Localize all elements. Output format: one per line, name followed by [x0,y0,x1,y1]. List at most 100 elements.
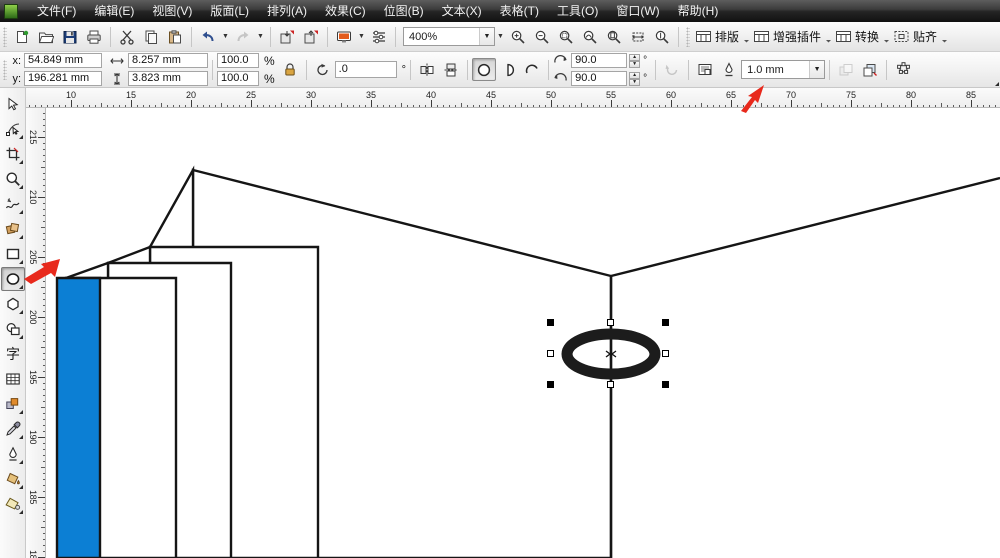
zoom-level-combo[interactable]: 400% ▼ [403,27,495,46]
tool-pick[interactable] [1,92,25,116]
tool-rectangle-flyout-icon[interactable] [19,260,23,264]
new-document-button[interactable] [10,25,34,48]
menu-view[interactable]: 视图(V) [143,2,201,21]
menu-text[interactable]: 文本(X) [433,2,491,21]
tool-text[interactable]: 字 [1,342,25,366]
tool-eyedropper[interactable] [1,417,25,441]
tool-zoom[interactable] [1,167,25,191]
menu-table[interactable]: 表格(T) [491,2,548,21]
menu-effects[interactable]: 效果(C) [316,2,375,21]
import-button[interactable] [275,25,299,48]
tool-ellipse-flyout-icon[interactable] [19,285,23,289]
redo-dropdown-button[interactable]: ▼ [255,25,266,48]
zoom-out-button[interactable] [530,25,554,48]
tool-polygon-flyout-icon[interactable] [19,310,23,314]
scale-vertical-input[interactable]: 100.0 [217,71,259,86]
toolbar-grip[interactable] [3,26,7,47]
tool-smart-fill-flyout-icon[interactable] [19,235,23,239]
open-document-button[interactable] [34,25,58,48]
undo-dropdown-button[interactable]: ▼ [220,25,231,48]
chevron-down-icon[interactable]: ▼ [479,28,494,45]
outline-width-combo[interactable]: 1.0 mm ▼ [741,60,826,79]
selection-handle-middle-right[interactable] [662,350,669,357]
rotation-angle-input[interactable]: .0 [334,61,397,78]
selection-handle-middle-left[interactable] [547,350,554,357]
tool-interactive-fill-flyout-icon[interactable] [19,510,23,514]
tool-crop[interactable] [1,142,25,166]
spin-up-icon[interactable]: ▲ [629,53,641,61]
menu-help[interactable]: 帮助(H) [669,2,728,21]
arc-end-angle-input[interactable]: 90.0 [571,71,628,86]
plugin-enhanced-dropdown[interactable] [824,30,833,44]
selection-handle-bottom-left[interactable] [547,381,554,388]
arc-start-angle-spinner[interactable]: ▲ ▼ [629,53,641,68]
ellipse-mode-button[interactable] [472,58,497,81]
plugin-snap-button[interactable]: 贴齐 [891,26,940,48]
vertical-ruler[interactable]: 215 210 205 200 195 190 185 180 [26,108,46,558]
y-position-input[interactable]: 196.281 mm [24,71,102,86]
spin-down-icon[interactable]: ▼ [629,60,641,68]
menu-file[interactable]: 文件(F) [28,2,85,21]
plugin-snap-dropdown[interactable] [940,30,949,44]
selection-handle-bottom-center[interactable] [607,381,614,388]
zoom-to-all-objects-button[interactable] [578,25,602,48]
object-height-input[interactable]: 3.823 mm [128,71,208,86]
tool-shape[interactable] [1,117,25,141]
zoom-in-button[interactable] [506,25,530,48]
export-button[interactable] [299,25,323,48]
plugin-layout-dropdown[interactable] [742,30,751,44]
zoom-level-extra-dropdown[interactable]: ▼ [495,25,506,48]
tool-zoom-flyout-icon[interactable] [19,185,23,189]
arc-end-angle-spinner[interactable]: ▲ ▼ [629,71,641,86]
menu-tools[interactable]: 工具(O) [548,2,607,21]
zoom-to-page-height-button[interactable] [650,25,674,48]
tool-rectangle[interactable] [1,242,25,266]
lock-ratio-button[interactable] [278,58,302,81]
x-position-input[interactable]: 54.849 mm [24,53,102,68]
tool-interactive-fill[interactable] [1,492,25,516]
tool-basic-shapes-flyout-icon[interactable] [19,335,23,339]
spin-up-icon[interactable]: ▲ [629,71,641,79]
tool-polygon[interactable] [1,292,25,316]
to-front-button[interactable] [834,58,858,81]
plugin-enhanced-button[interactable]: 增强插件 [751,26,824,48]
drawing-canvas[interactable]: JNA [46,108,1000,558]
menu-edit[interactable]: 编辑(E) [85,2,143,21]
selection-handle-top-center[interactable] [607,319,614,326]
tool-ellipse[interactable] [1,267,25,291]
property-bar-grip[interactable] [3,59,7,80]
zoom-to-page-button[interactable] [602,25,626,48]
tool-blend-flyout-icon[interactable] [19,410,23,414]
paste-button[interactable] [163,25,187,48]
tool-freehand[interactable] [1,192,25,216]
tool-basic-shapes[interactable] [1,317,25,341]
options-button[interactable] [367,25,391,48]
tool-fill[interactable] [1,467,25,491]
scale-horizontal-input[interactable]: 100.0 [217,53,259,68]
mirror-vertical-button[interactable] [439,58,463,81]
menu-window[interactable]: 窗口(W) [607,2,668,21]
zoom-to-selected-button[interactable] [554,25,578,48]
tool-shape-flyout-icon[interactable] [19,135,23,139]
plugin-convert-dropdown[interactable] [882,30,891,44]
edit-nodes-button[interactable] [891,58,915,81]
selection-handle-top-right[interactable] [662,319,669,326]
pie-mode-button[interactable] [496,58,520,81]
save-button[interactable] [58,25,82,48]
print-button[interactable] [82,25,106,48]
undo-button[interactable] [196,25,220,48]
arc-direction-button[interactable] [660,58,684,81]
application-launcher-button[interactable] [332,25,356,48]
menu-arrange[interactable]: 排列(A) [258,2,316,21]
tool-table[interactable] [1,367,25,391]
wrap-text-flyout-icon[interactable] [995,82,999,86]
selection-handle-bottom-right[interactable] [662,381,669,388]
zoom-to-page-width-button[interactable] [626,25,650,48]
redo-button[interactable] [231,25,255,48]
tool-fill-flyout-icon[interactable] [19,485,23,489]
to-back-button[interactable] [858,58,882,81]
menu-layout[interactable]: 版面(L) [201,2,258,21]
plugin-convert-button[interactable]: 转换 [833,26,882,48]
tool-outline-flyout-icon[interactable] [19,460,23,464]
object-width-input[interactable]: 8.257 mm [128,53,208,68]
